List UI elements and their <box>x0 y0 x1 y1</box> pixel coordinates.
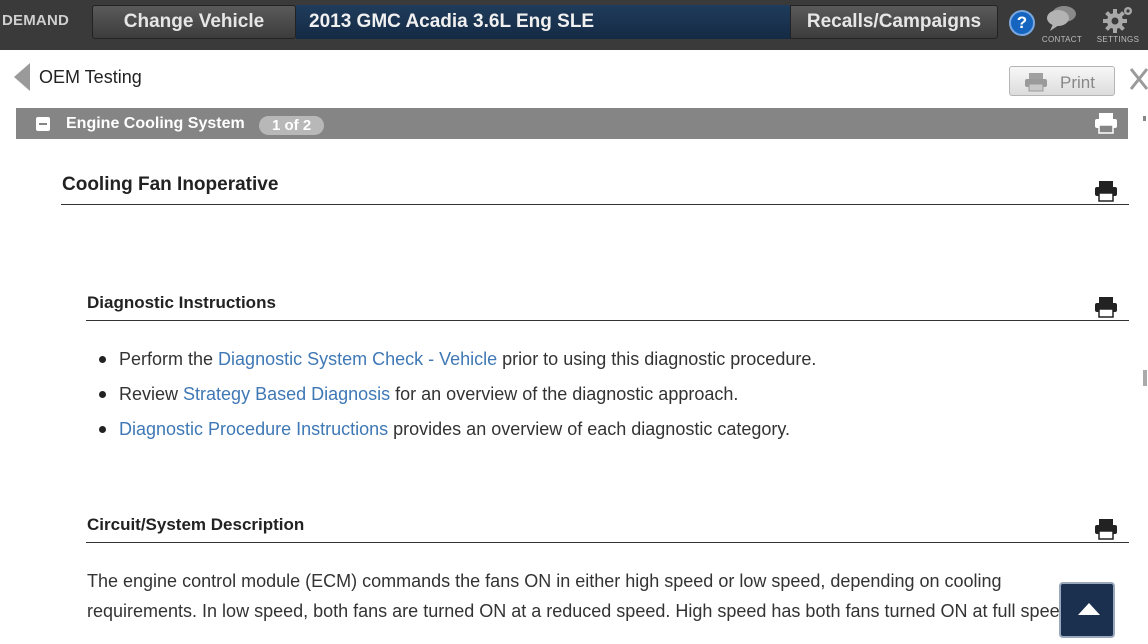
section-title: Engine Cooling System <box>66 115 245 132</box>
list-item-text: Review <box>119 384 184 404</box>
vehicle-display[interactable]: 2013 GMC Acadia 3.6L Eng SLE <box>296 5 790 39</box>
scroll-to-top-icon[interactable] <box>1059 582 1115 638</box>
divider <box>86 320 1129 321</box>
settings-button[interactable]: SETTINGS <box>1094 4 1142 46</box>
printer-icon[interactable] <box>1094 180 1118 207</box>
recalls-campaigns-button[interactable]: Recalls/Campaigns <box>790 5 998 39</box>
scrollbar-thumb[interactable] <box>1143 370 1147 386</box>
document-title: Cooling Fan Inoperative <box>62 174 279 195</box>
settings-label: SETTINGS <box>1096 35 1140 44</box>
collapse-icon[interactable] <box>36 117 50 131</box>
printer-icon <box>1024 72 1048 97</box>
link-strategy-based-diagnosis[interactable]: Strategy Based Diagnosis <box>183 384 390 404</box>
list-item: Diagnostic Procedure Instructions provid… <box>95 417 816 452</box>
list-item: Perform the Diagnostic System Check - Ve… <box>95 347 816 382</box>
list-item-text: Perform the <box>119 349 219 369</box>
circuit-system-description-heading: Circuit/System Description <box>87 515 305 534</box>
brand-logo-text: DEMAND <box>2 12 70 29</box>
section-header[interactable]: Engine Cooling System 1 of 2 <box>16 108 1128 139</box>
print-label: Print <box>1060 73 1095 92</box>
page-count-badge: 1 of 2 <box>259 116 325 135</box>
top-toolbar: DEMAND Change Vehicle 2013 GMC Acadia 3.… <box>0 0 1148 50</box>
divider <box>86 542 1129 543</box>
settings-icon <box>1094 4 1142 34</box>
link-diagnostic-system-check[interactable]: Diagnostic System Check - Vehicle <box>218 349 497 369</box>
scrollbar-mark <box>1143 116 1146 121</box>
link-diagnostic-procedure-instructions[interactable]: Diagnostic Procedure Instructions <box>119 419 388 439</box>
list-item: Review Strategy Based Diagnosis for an o… <box>95 382 816 417</box>
print-button[interactable]: Print <box>1009 66 1115 96</box>
contact-label: CONTACT <box>1041 35 1083 44</box>
divider <box>61 204 1129 205</box>
back-arrow-icon[interactable] <box>12 62 32 92</box>
close-icon[interactable] <box>1128 66 1148 92</box>
diagnostic-instructions-heading: Diagnostic Instructions <box>87 293 276 312</box>
list-item-text: provides an overview of each diagnostic … <box>388 419 791 439</box>
help-icon[interactable]: ? <box>1009 10 1035 36</box>
diagnostic-instructions-list: Perform the Diagnostic System Check - Ve… <box>95 347 816 452</box>
printer-icon[interactable] <box>1094 518 1118 545</box>
page-title: OEM Testing <box>39 67 142 87</box>
circuit-description-text: The engine control module (ECM) commands… <box>87 566 1135 626</box>
change-vehicle-button[interactable]: Change Vehicle <box>92 5 296 39</box>
printer-icon[interactable] <box>1094 296 1118 323</box>
list-item-text: for an overview of the diagnostic approa… <box>390 384 739 404</box>
paragraph-line: The engine control module (ECM) commands… <box>87 571 1002 591</box>
contact-icon <box>1038 4 1086 32</box>
printer-icon[interactable] <box>1094 112 1118 139</box>
paragraph-line: requirements. In low speed, both fans ar… <box>87 601 1075 621</box>
list-item-text: prior to using this diagnostic procedure… <box>497 349 817 369</box>
contact-button[interactable]: CONTACT <box>1038 4 1086 46</box>
